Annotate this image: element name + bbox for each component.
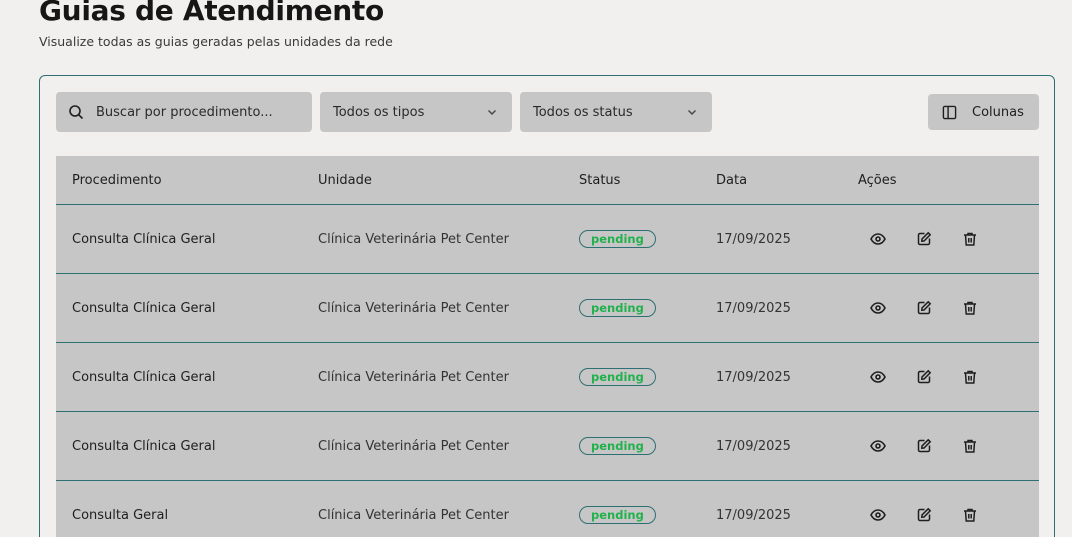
edit-button[interactable] xyxy=(915,437,933,455)
cell-procedimento: Consulta Clínica Geral xyxy=(72,438,216,454)
view-button[interactable] xyxy=(869,299,887,317)
row-actions xyxy=(869,274,1007,342)
eye-icon xyxy=(870,440,886,452)
table-body: Consulta Clínica Geral Clínica Veterinár… xyxy=(56,205,1039,537)
trash-icon xyxy=(964,508,976,522)
header-status[interactable]: Status xyxy=(579,156,620,204)
delete-button[interactable] xyxy=(961,299,979,317)
edit-button[interactable] xyxy=(915,368,933,386)
cell-unidade: Clínica Veterinária Pet Center xyxy=(318,507,509,523)
status-badge: pending xyxy=(579,299,656,317)
edit-icon xyxy=(917,438,932,453)
edit-icon xyxy=(917,231,932,246)
chevron-down-icon xyxy=(488,110,496,115)
type-filter-value: Todos os tipos xyxy=(333,104,425,120)
columns-icon xyxy=(942,105,957,119)
type-filter-select[interactable]: Todos os tipos xyxy=(320,92,512,132)
status-filter-value: Todos os status xyxy=(533,104,633,120)
cell-status: pending xyxy=(579,343,656,411)
status-filter-select[interactable]: Todos os status xyxy=(520,92,712,132)
cell-status: pending xyxy=(579,412,656,480)
cell-unidade: Clínica Veterinária Pet Center xyxy=(318,231,509,247)
cell-unidade: Clínica Veterinária Pet Center xyxy=(318,369,509,385)
status-badge: pending xyxy=(579,506,656,524)
header-unidade[interactable]: Unidade xyxy=(318,156,372,204)
cell-unidade: Clínica Veterinária Pet Center xyxy=(318,300,509,316)
eye-icon xyxy=(870,302,886,314)
delete-button[interactable] xyxy=(961,368,979,386)
table-row[interactable]: Consulta Clínica Geral Clínica Veterinár… xyxy=(56,343,1039,412)
trash-icon xyxy=(964,301,976,315)
status-badge: pending xyxy=(579,437,656,455)
columns-button[interactable]: Colunas xyxy=(928,94,1039,130)
search-input[interactable] xyxy=(96,104,296,120)
row-actions xyxy=(869,205,1007,273)
cell-procedimento: Consulta Clínica Geral xyxy=(72,231,216,247)
cell-status: pending xyxy=(579,274,656,342)
view-button[interactable] xyxy=(869,368,887,386)
trash-icon xyxy=(964,439,976,453)
page: Guias de Atendimento Visualize todas as … xyxy=(0,0,1072,537)
cell-data: 17/09/2025 xyxy=(716,369,791,385)
table-row[interactable]: Consulta Geral Clínica Veterinária Pet C… xyxy=(56,481,1039,537)
status-badge: pending xyxy=(579,230,656,248)
cell-procedimento: Consulta Clínica Geral xyxy=(72,300,216,316)
delete-button[interactable] xyxy=(961,506,979,524)
row-actions xyxy=(869,343,1007,411)
header-procedimento[interactable]: Procedimento xyxy=(72,156,162,204)
eye-icon xyxy=(870,371,886,383)
table-row[interactable]: Consulta Clínica Geral Clínica Veterinár… xyxy=(56,274,1039,343)
guides-card: Todos os tipos Todos os status Colunas xyxy=(39,75,1055,537)
row-actions xyxy=(869,412,1007,480)
trash-icon xyxy=(964,232,976,246)
cell-procedimento: Consulta Geral xyxy=(72,507,169,523)
delete-button[interactable] xyxy=(961,230,979,248)
view-button[interactable] xyxy=(869,230,887,248)
delete-button[interactable] xyxy=(961,437,979,455)
eye-icon xyxy=(870,509,886,521)
cell-status: pending xyxy=(579,205,656,273)
edit-button[interactable] xyxy=(915,230,933,248)
cell-unidade: Clínica Veterinária Pet Center xyxy=(318,438,509,454)
columns-button-label: Colunas xyxy=(972,104,1024,120)
page-subtitle: Visualize todas as guias geradas pelas u… xyxy=(39,34,393,49)
view-button[interactable] xyxy=(869,506,887,524)
search-icon xyxy=(69,105,84,120)
row-actions xyxy=(869,481,1007,537)
eye-icon xyxy=(870,233,886,245)
trash-icon xyxy=(964,370,976,384)
page-title: Guias de Atendimento xyxy=(39,0,384,27)
guides-table: Procedimento Unidade Status Data Ações C… xyxy=(56,156,1039,537)
cell-data: 17/09/2025 xyxy=(716,507,791,523)
table-row[interactable]: Consulta Clínica Geral Clínica Veterinár… xyxy=(56,205,1039,274)
table-header: Procedimento Unidade Status Data Ações xyxy=(56,156,1039,205)
edit-button[interactable] xyxy=(915,506,933,524)
cell-data: 17/09/2025 xyxy=(716,300,791,316)
cell-data: 17/09/2025 xyxy=(716,438,791,454)
edit-icon xyxy=(917,369,932,384)
table-row[interactable]: Consulta Clínica Geral Clínica Veterinár… xyxy=(56,412,1039,481)
cell-status: pending xyxy=(579,481,656,537)
status-badge: pending xyxy=(579,368,656,386)
search-box[interactable] xyxy=(56,92,312,132)
cell-data: 17/09/2025 xyxy=(716,231,791,247)
header-acoes: Ações xyxy=(858,172,897,188)
edit-button[interactable] xyxy=(915,299,933,317)
chevron-down-icon xyxy=(688,110,696,115)
header-data[interactable]: Data xyxy=(716,156,747,204)
cell-procedimento: Consulta Clínica Geral xyxy=(72,369,216,385)
edit-icon xyxy=(917,507,932,522)
edit-icon xyxy=(917,300,932,315)
toolbar: Todos os tipos Todos os status Colunas xyxy=(56,92,1039,132)
view-button[interactable] xyxy=(869,437,887,455)
